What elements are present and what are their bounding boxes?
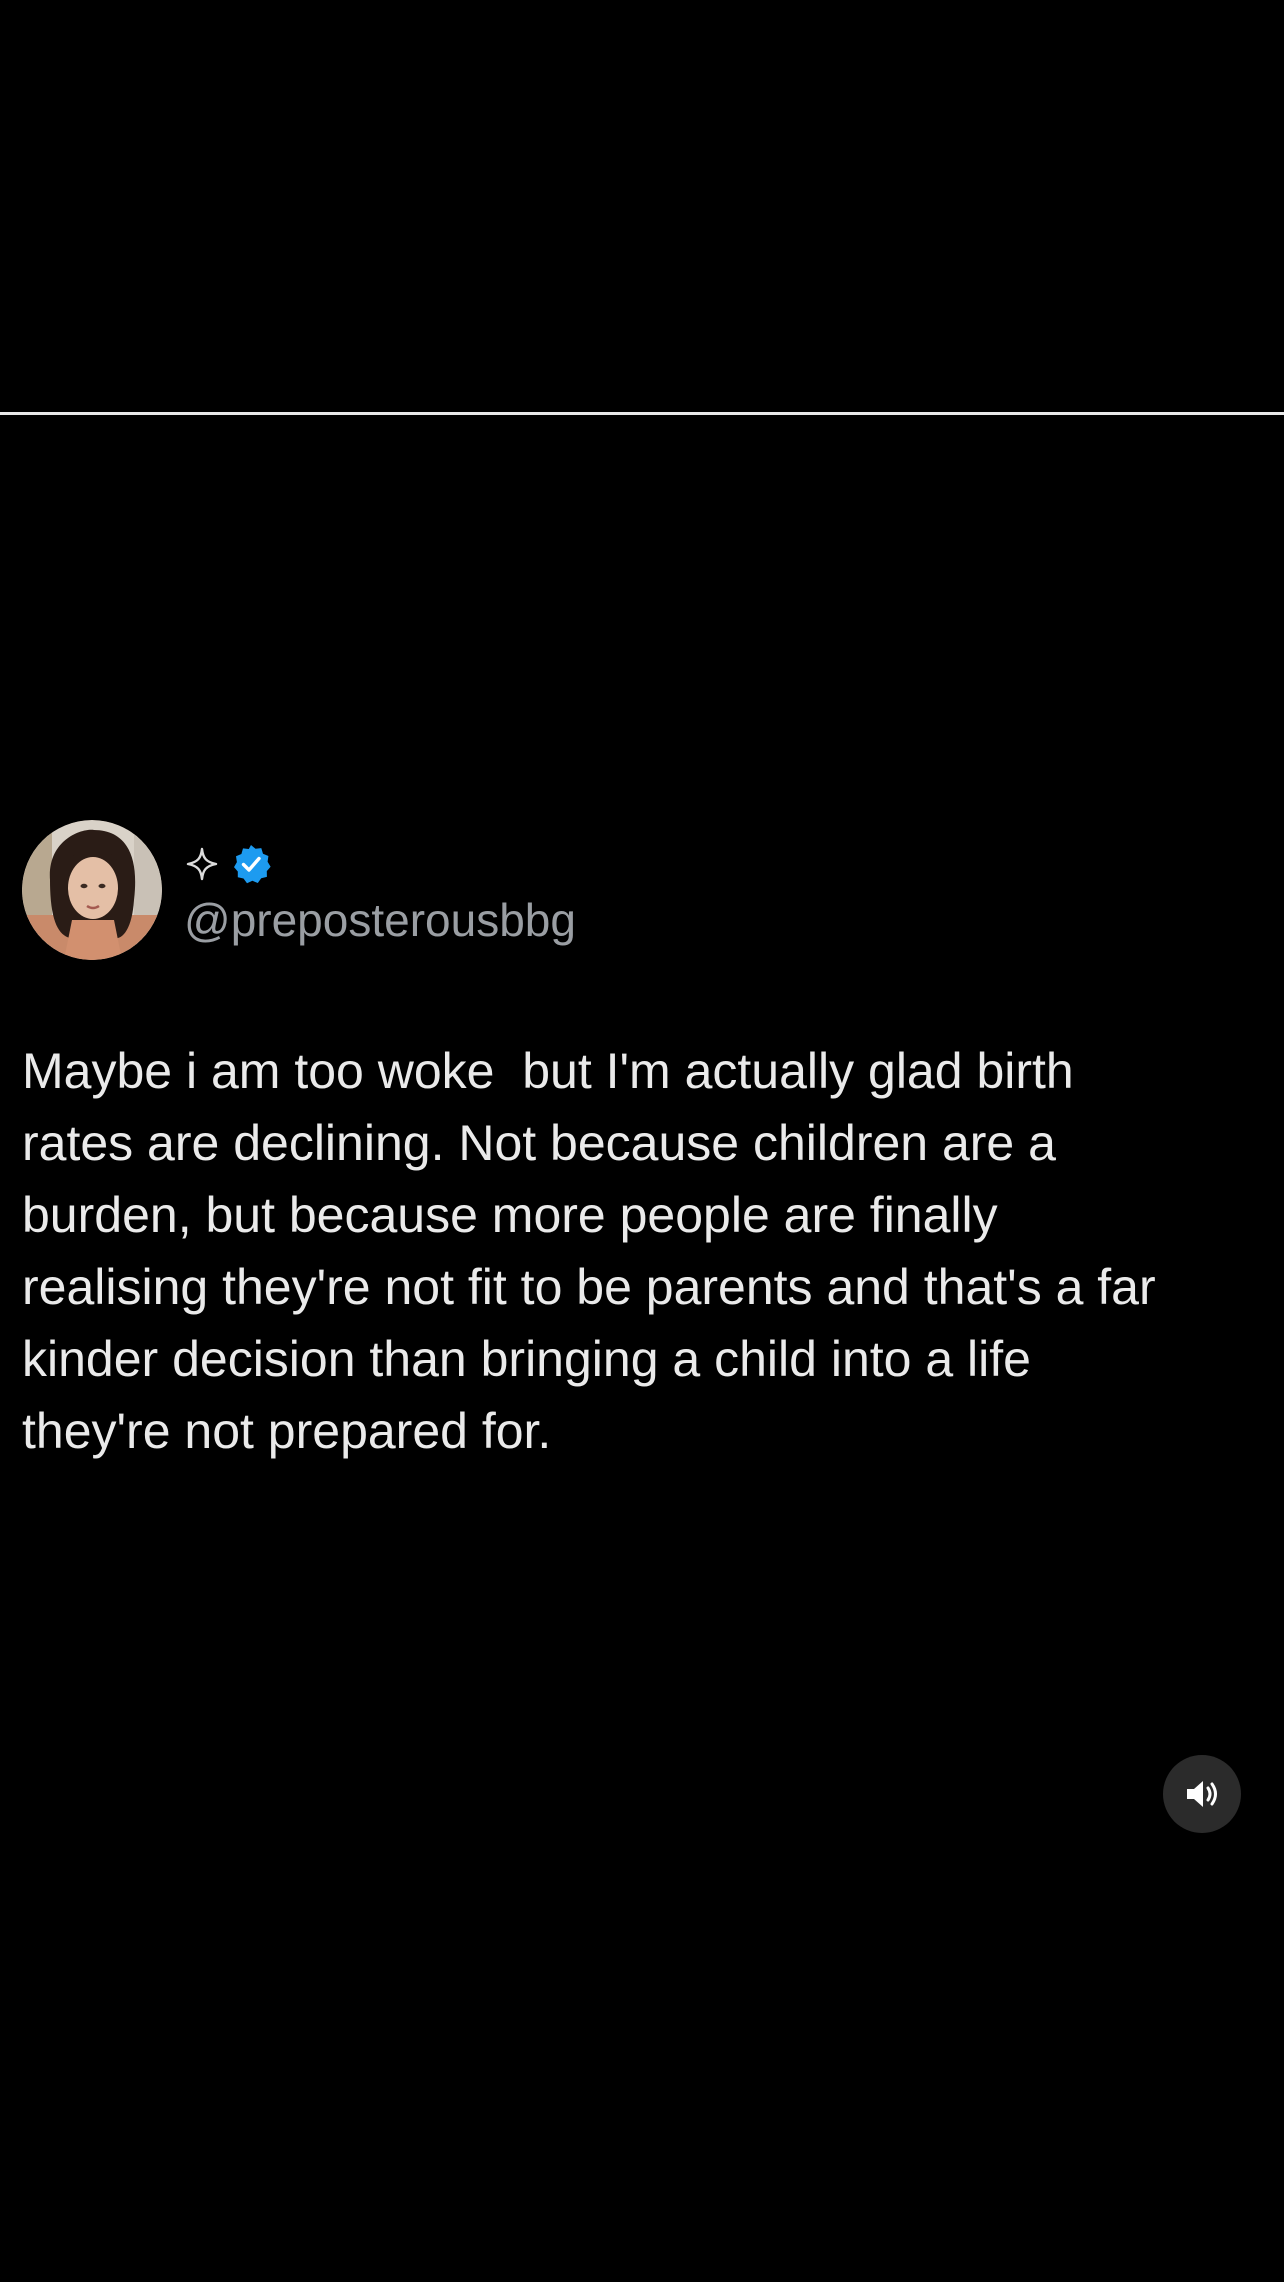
speaker-on-icon	[1187, 1781, 1217, 1807]
tweet-text: Maybe i am too woke but I'm actually gla…	[22, 1043, 1156, 1459]
name-row	[184, 842, 272, 886]
user-handle[interactable]: @preposterousbbg	[184, 890, 576, 950]
sparkle-icon	[186, 847, 218, 881]
avatar-image	[22, 820, 162, 960]
verified-badge-icon	[234, 845, 271, 884]
top-black-area	[0, 0, 1284, 412]
sound-toggle-button[interactable]	[1163, 1755, 1241, 1833]
avatar[interactable]	[22, 820, 162, 960]
